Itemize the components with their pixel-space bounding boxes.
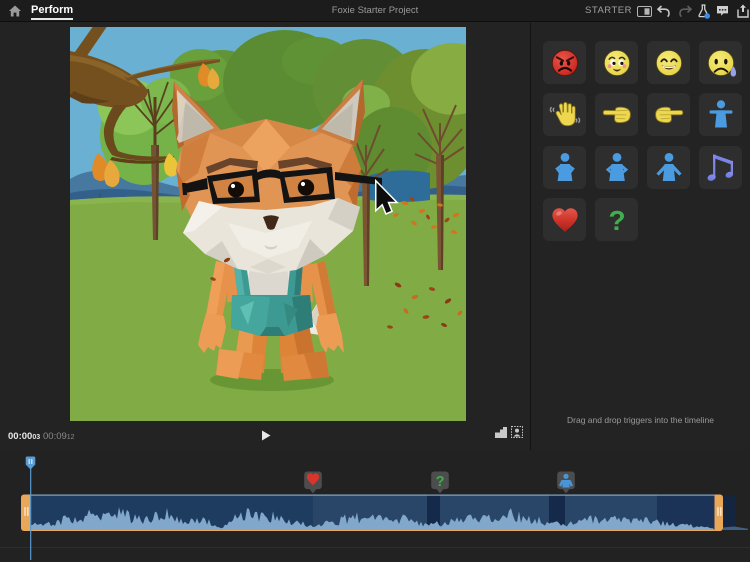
svg-text:?: ? xyxy=(608,205,625,236)
svg-text:?: ? xyxy=(436,474,445,490)
